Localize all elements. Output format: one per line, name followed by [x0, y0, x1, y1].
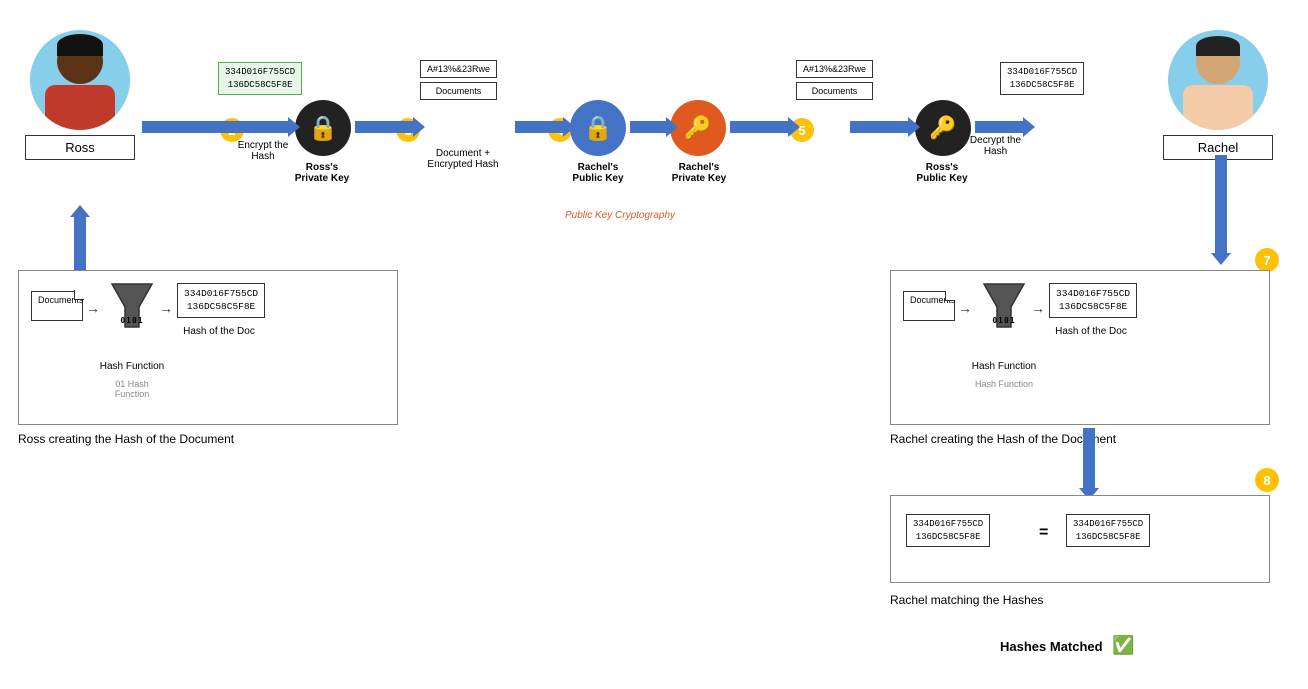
arrow-doc-to-pubkey: [515, 121, 565, 133]
arrow-rosspubkey-to-hash: [975, 121, 1025, 133]
ross-name-box: Ross: [25, 135, 135, 160]
arrow-privkey-to-doc2: [730, 121, 790, 133]
rachel-avatar: [1168, 30, 1268, 130]
ross-up-arrow: [74, 215, 86, 270]
ross-hash-result: 334D016F755CD 136DC58C5F8E: [177, 283, 265, 318]
step-8-circle: 8: [1255, 468, 1279, 492]
arrow-doc2-to-rosspubkey: [850, 121, 910, 133]
ross-hash-of-doc-label: Hash of the Doc: [174, 326, 264, 337]
rachel-doc-arrow: →: [958, 300, 972, 316]
ross-creating-label: Ross creating the Hash of the Document: [18, 432, 234, 446]
ross-hash-func-icon: 0101: [107, 279, 157, 325]
ross-funnel-arrow: →: [159, 300, 173, 316]
diagram: Ross 1 Documents → 0101: [0, 0, 1308, 689]
rachel-public-key-label: Rachel's Public Key: [558, 162, 638, 184]
equals-sign: =: [1039, 524, 1048, 542]
ross-encrypted-box: 334D016F755CD 136DC58C5F8E: [218, 62, 302, 95]
rachel-doc-box: Documents: [903, 291, 955, 321]
decrypt-hash-label: Decrypt the Hash: [958, 135, 1033, 157]
match-hash-1: 334D016F755CD 136DC58C5F8E: [906, 514, 990, 547]
step-7-circle: 7: [1255, 248, 1279, 272]
doc-encrypted-hash-label: Document + Encrypted Hash: [418, 148, 508, 170]
encrypt-hash-label: Encrypt the Hash: [228, 140, 298, 162]
arrow-to-lock: [142, 121, 290, 133]
rachel-private-key-label: Rachel's Private Key: [655, 162, 743, 184]
doc-encrypted-hash-area-2: A#13%&23Rwe Documents: [796, 60, 873, 100]
arrow-lock-to-doc: [355, 121, 415, 133]
step-number-hash-label: 01 Hash Function: [97, 379, 167, 399]
rachel-hash-func-icon: 0101: [979, 279, 1029, 325]
rachel-private-key-icon: 🔑: [670, 100, 726, 156]
rachel-hash-result: 334D016F755CD 136DC58C5F8E: [1049, 283, 1137, 318]
rachel-hash-func-text: Hash Function: [969, 379, 1039, 389]
ross-avatar: [30, 30, 130, 130]
ross-private-key-label: Ross's Private Key: [282, 162, 362, 184]
public-key-crypto-label: Public Key Cryptography: [565, 210, 675, 221]
rachel-down-arrow: [1215, 155, 1227, 255]
rachel-hash-of-doc-label: Hash of the Doc: [1046, 326, 1136, 337]
ross-doc-arrow: →: [86, 300, 100, 316]
rachel-name-label: Rachel: [1198, 140, 1238, 155]
doc-encrypted-hash-area: A#13%&23Rwe Documents: [420, 60, 497, 100]
rachel-public-key-icon: 🔒: [570, 100, 626, 156]
ross-name-label: Ross: [65, 140, 95, 155]
ross-hash-func-label: Hash Function: [97, 361, 167, 372]
matching-section: 334D016F755CD 136DC58C5F8E = 334D016F755…: [890, 495, 1270, 583]
ross-private-key-icon: 🔒: [295, 100, 351, 156]
ross-doc-box: Documents: [31, 291, 83, 321]
check-icon: ✅: [1112, 635, 1134, 655]
hashes-matched-label: Hashes Matched ✅: [1000, 635, 1135, 656]
ross-hash-section: Documents → 0101 Hash Function →: [18, 270, 398, 425]
rachel-matching-label: Rachel matching the Hashes: [890, 593, 1043, 607]
arrow-pubkey-to-privkey: [630, 121, 668, 133]
rachel-hash-section: Documents → 0101 Hash Function → 334D016…: [890, 270, 1270, 425]
decrypted-hash-result: 334D016F755CD 136DC58C5F8E: [1000, 62, 1084, 95]
down-arrow-to-match: [1083, 428, 1095, 490]
rachel-hash-func-label: Hash Function: [969, 361, 1039, 372]
match-hash-2: 334D016F755CD 136DC58C5F8E: [1066, 514, 1150, 547]
ross-public-key-label: Ross's Public Key: [900, 162, 984, 184]
rachel-funnel-arrow: →: [1031, 300, 1045, 316]
